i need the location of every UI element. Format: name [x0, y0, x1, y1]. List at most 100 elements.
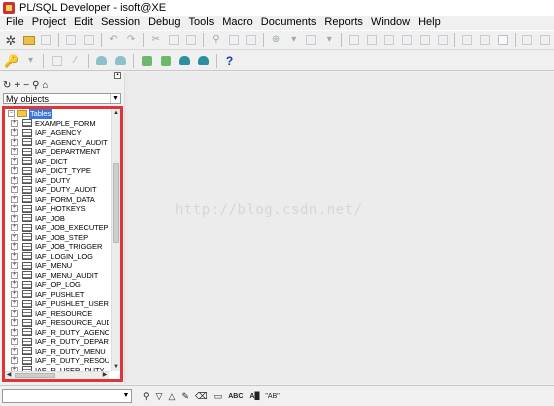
tree-horizontal-scrollbar[interactable]: ◀ ▶ [5, 371, 109, 379]
logon-keys-icon[interactable]: 🔑 [4, 53, 19, 68]
uppercase-icon[interactable] [382, 33, 396, 48]
tree-node-table[interactable]: + IAF_AGENCY_AUDIT [5, 138, 109, 148]
match-whole-word-icon[interactable]: ▭ [214, 391, 223, 401]
highlight-icon[interactable]: ✎ [181, 391, 189, 401]
bookmark-icon[interactable] [460, 33, 474, 48]
object-filter-select[interactable]: My objects ▼ [3, 93, 121, 104]
expand-icon[interactable]: + [11, 167, 18, 175]
menu-session[interactable]: Session [97, 16, 144, 29]
commit-dropdown-icon[interactable]: ▾ [322, 33, 336, 48]
tree-node-tables[interactable]: − Tables [5, 109, 109, 119]
lowercase-icon[interactable] [400, 33, 414, 48]
scroll-thumb[interactable] [113, 163, 119, 243]
window-list-icon[interactable] [520, 33, 534, 48]
expand-icon[interactable]: + [11, 328, 18, 336]
commit-icon[interactable] [305, 33, 319, 48]
tree-node-table[interactable]: + IAF_DEPARTMENT [5, 147, 109, 157]
redo-icon[interactable]: ↷ [124, 33, 138, 48]
tree-node-table[interactable]: + IAF_AGENCY [5, 128, 109, 138]
execute-dropdown-icon[interactable]: ▾ [287, 33, 301, 48]
indent-icon[interactable] [347, 33, 361, 48]
expand-icon[interactable]: + [11, 119, 18, 127]
expand-icon[interactable]: + [11, 290, 18, 298]
break-icon[interactable]: ⁄ [68, 53, 83, 68]
menu-help[interactable]: Help [414, 16, 445, 29]
unindent-icon[interactable] [365, 33, 379, 48]
add-icon[interactable]: + [14, 81, 20, 91]
tree-node-table[interactable]: + EXAMPLE_FORM [5, 119, 109, 129]
tree-vertical-scrollbar[interactable]: ▲ ▼ [111, 109, 120, 371]
replace-icon[interactable] [245, 33, 259, 48]
save-icon[interactable] [39, 33, 53, 48]
expand-icon[interactable]: + [11, 300, 18, 308]
find-next-icon[interactable]: ▽ [156, 391, 163, 401]
menu-macro[interactable]: Macro [218, 16, 257, 29]
find-object-icon[interactable]: ⚲ [32, 81, 39, 91]
explain-plan-icon[interactable] [196, 53, 211, 68]
menu-window[interactable]: Window [367, 16, 414, 29]
scroll-thumb[interactable] [15, 373, 55, 378]
tree-node-table[interactable]: + IAF_PUSHLET [5, 290, 109, 300]
find-previous-icon[interactable]: △ [169, 391, 176, 401]
expand-icon[interactable]: + [11, 157, 18, 165]
expand-icon[interactable]: + [11, 233, 18, 241]
tree-node-table[interactable]: + IAF_RESOURCE [5, 309, 109, 319]
tree-node-table[interactable]: + IAF_JOB_EXECUTEPLA [5, 223, 109, 233]
tree-node-table[interactable]: + IAF_JOB_STEP [5, 233, 109, 243]
print-icon[interactable] [64, 33, 78, 48]
expand-icon[interactable]: + [11, 129, 18, 137]
window-cascade-icon[interactable] [538, 33, 552, 48]
tree-node-table[interactable]: + IAF_MENU_AUDIT [5, 271, 109, 281]
expand-icon[interactable]: + [11, 214, 18, 222]
menu-tools[interactable]: Tools [185, 16, 219, 29]
tree-node-table[interactable]: + IAF_R_DUTY_DEPART [5, 337, 109, 347]
menu-debug[interactable]: Debug [144, 16, 184, 29]
tree-node-table[interactable]: + IAF_JOB [5, 214, 109, 224]
tree-node-table[interactable]: + IAF_R_DUTY_MENU [5, 347, 109, 357]
logon-dropdown-icon[interactable]: ▾ [23, 53, 38, 68]
report-window-icon[interactable] [177, 53, 192, 68]
clear-icon[interactable]: ⌫ [195, 391, 208, 401]
tree-node-table[interactable]: + IAF_DUTY_AUDIT [5, 185, 109, 195]
tree-node-table[interactable]: + IAF_FORM_DATA [5, 195, 109, 205]
expand-icon[interactable]: + [11, 148, 18, 156]
chevron-down-icon[interactable]: ▼ [121, 390, 131, 402]
execute-icon[interactable]: ⊕ [269, 33, 283, 48]
expand-icon[interactable]: + [11, 281, 18, 289]
command-window-icon[interactable] [158, 53, 173, 68]
find-icon[interactable]: ⚲ [209, 33, 223, 48]
sql-window-icon[interactable] [139, 53, 154, 68]
expand-icon[interactable]: + [11, 138, 18, 146]
tree-node-table[interactable]: + IAF_R_DUTY_AGENCY [5, 328, 109, 338]
refresh-icon[interactable]: ↻ [3, 81, 11, 91]
regex-icon[interactable]: A█ [249, 393, 259, 400]
connection-icon[interactable] [496, 33, 510, 48]
expand-icon[interactable]: + [11, 319, 18, 327]
expand-icon[interactable]: + [11, 309, 18, 317]
paste-icon[interactable] [184, 33, 198, 48]
expand-icon[interactable]: + [11, 271, 18, 279]
session-icon[interactable] [49, 53, 64, 68]
comment-icon[interactable] [418, 33, 432, 48]
tree-node-table[interactable]: + IAF_R_DUTY_RESOUR [5, 356, 109, 366]
tree-node-table[interactable]: + IAF_LOGIN_LOG [5, 252, 109, 262]
commit-db-icon[interactable] [94, 53, 109, 68]
expand-icon[interactable]: + [11, 347, 18, 355]
scroll-down-icon[interactable]: ▼ [112, 363, 120, 371]
expand-icon[interactable]: + [11, 195, 18, 203]
print-preview-icon[interactable] [82, 33, 96, 48]
menu-edit[interactable]: Edit [70, 16, 97, 29]
cut-icon[interactable]: ✂ [149, 33, 163, 48]
filter-icon[interactable]: ⌂ [42, 81, 48, 91]
expand-icon[interactable]: + [11, 186, 18, 194]
chevron-down-icon[interactable]: ▼ [110, 94, 120, 103]
tree-node-table[interactable]: + IAF_OP_LOG [5, 280, 109, 290]
undo-icon[interactable]: ↶ [107, 33, 121, 48]
tree-node-table[interactable]: + IAF_DICT [5, 157, 109, 167]
find-next-icon[interactable] [227, 33, 241, 48]
menu-project[interactable]: Project [28, 16, 70, 29]
expand-icon[interactable]: + [11, 243, 18, 251]
copy-icon[interactable] [167, 33, 181, 48]
expand-icon[interactable]: + [11, 224, 18, 232]
tree-node-table[interactable]: + IAF_MENU [5, 261, 109, 271]
